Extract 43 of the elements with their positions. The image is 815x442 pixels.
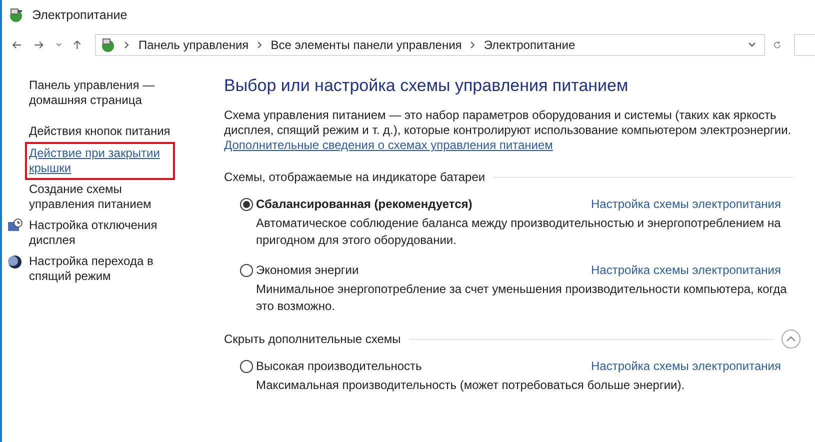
plan-description: Максимальная производительность (может потребоваться больше энергии).: [256, 377, 686, 394]
sidebar-link[interactable]: Создание схемы управления питанием: [25, 178, 185, 216]
sidebar-link[interactable]: Действие при закрытии крышки: [25, 142, 175, 180]
plan-name[interactable]: Экономия энергии: [256, 263, 359, 277]
power-plug-icon: [8, 7, 24, 23]
breadcrumb-item[interactable]: Все элементы панели управления: [270, 38, 462, 52]
page-heading: Выбор или настройка схемы управления питанием: [224, 76, 630, 96]
sidebar-link[interactable]: Панель управления — домашняя страница: [25, 74, 185, 112]
plan-settings-link[interactable]: Настройка схемы электропитания: [591, 359, 781, 373]
back-arrow-icon[interactable]: [12, 39, 22, 51]
clock-monitor-icon: [7, 218, 23, 234]
section-title: Схемы, отображаемые на индикаторе батареи: [224, 170, 486, 184]
sidebar-link[interactable]: Настройка перехода в спящий режим: [25, 250, 185, 288]
window-title: Электропитание: [32, 8, 128, 22]
forward-arrow-icon[interactable]: [34, 39, 44, 51]
radio-button[interactable]: [240, 264, 253, 276]
chevron-down-icon[interactable]: [56, 42, 62, 48]
breadcrumb-item[interactable]: Электропитание: [484, 38, 576, 52]
radio-button[interactable]: [240, 360, 253, 372]
sidebar-link[interactable]: Действия кнопок питания: [25, 120, 185, 143]
section-title: Скрыть дополнительные схемы: [224, 332, 401, 346]
plan-name[interactable]: Сбалансированная (рекомендуется): [256, 197, 472, 211]
moon-icon: [7, 254, 23, 270]
plan-description: Минимальное энергопотребление за счет уменьшения производительности компьютера, когда это возможно.: [256, 281, 788, 315]
refresh-icon[interactable]: [773, 39, 782, 51]
chevron-right-icon: [256, 41, 263, 49]
up-arrow-icon[interactable]: [73, 38, 82, 52]
chevron-down-icon[interactable]: [748, 42, 756, 48]
collapse-chevron-icon[interactable]: [781, 329, 801, 349]
power-plug-icon: [100, 37, 116, 53]
plan-settings-link[interactable]: Настройка схемы электропитания: [591, 263, 781, 277]
radio-button[interactable]: [240, 198, 253, 210]
intro-text: Схема управления питанием — это набор параметров оборудования и системы (таких как яркость дисплея, спящий режим и т. д.), которые контролируют использование компьютером электроэнергии.: [224, 108, 792, 138]
chevron-right-icon: [470, 41, 476, 49]
more-info-link[interactable]: Дополнительные сведения о схемах управления питанием: [224, 138, 553, 153]
breadcrumb-item[interactable]: Панель управления: [138, 38, 249, 52]
search-field[interactable]: [794, 34, 815, 56]
plan-description: Автоматическое соблюдение баланса между производительностью и энергопотреблением на пригодном для этого оборудовании.: [256, 215, 782, 249]
plan-name[interactable]: Высокая производительность: [256, 359, 422, 373]
chevron-right-icon: [124, 41, 130, 49]
sidebar-link[interactable]: Настройка отключения дисплея: [25, 214, 185, 252]
plan-settings-link[interactable]: Настройка схемы электропитания: [591, 197, 781, 211]
address-bar[interactable]: Панель управления Все элементы панели управления Электропитание: [95, 34, 766, 56]
